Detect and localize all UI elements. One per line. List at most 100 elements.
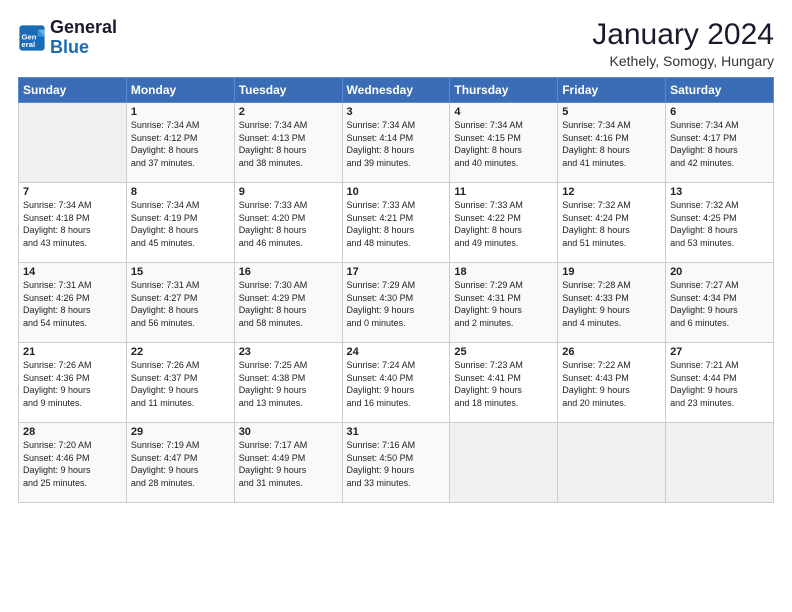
calendar-cell: 20Sunrise: 7:27 AM Sunset: 4:34 PM Dayli… [666, 263, 774, 343]
calendar-cell: 30Sunrise: 7:17 AM Sunset: 4:49 PM Dayli… [234, 423, 342, 503]
day-number: 4 [454, 106, 553, 118]
day-info: Sunrise: 7:33 AM Sunset: 4:20 PM Dayligh… [239, 199, 338, 249]
calendar-cell: 10Sunrise: 7:33 AM Sunset: 4:21 PM Dayli… [342, 183, 450, 263]
day-number: 14 [23, 266, 122, 278]
day-number: 25 [454, 346, 553, 358]
day-info: Sunrise: 7:20 AM Sunset: 4:46 PM Dayligh… [23, 439, 122, 489]
day-info: Sunrise: 7:23 AM Sunset: 4:41 PM Dayligh… [454, 359, 553, 409]
day-info: Sunrise: 7:34 AM Sunset: 4:18 PM Dayligh… [23, 199, 122, 249]
calendar-cell: 25Sunrise: 7:23 AM Sunset: 4:41 PM Dayli… [450, 343, 558, 423]
day-number: 21 [23, 346, 122, 358]
day-number: 19 [562, 266, 661, 278]
calendar-cell: 21Sunrise: 7:26 AM Sunset: 4:36 PM Dayli… [19, 343, 127, 423]
day-info: Sunrise: 7:29 AM Sunset: 4:30 PM Dayligh… [347, 279, 446, 329]
calendar-week-5: 28Sunrise: 7:20 AM Sunset: 4:46 PM Dayli… [19, 423, 774, 503]
day-number: 3 [347, 106, 446, 118]
day-info: Sunrise: 7:29 AM Sunset: 4:31 PM Dayligh… [454, 279, 553, 329]
calendar-cell: 9Sunrise: 7:33 AM Sunset: 4:20 PM Daylig… [234, 183, 342, 263]
day-number: 2 [239, 106, 338, 118]
calendar-cell [19, 103, 127, 183]
weekday-header-wednesday: Wednesday [342, 78, 450, 103]
day-info: Sunrise: 7:31 AM Sunset: 4:27 PM Dayligh… [131, 279, 230, 329]
day-info: Sunrise: 7:24 AM Sunset: 4:40 PM Dayligh… [347, 359, 446, 409]
weekday-header-tuesday: Tuesday [234, 78, 342, 103]
day-info: Sunrise: 7:34 AM Sunset: 4:16 PM Dayligh… [562, 119, 661, 169]
weekday-header-row: SundayMondayTuesdayWednesdayThursdayFrid… [19, 78, 774, 103]
day-number: 8 [131, 186, 230, 198]
calendar-cell: 2Sunrise: 7:34 AM Sunset: 4:13 PM Daylig… [234, 103, 342, 183]
day-number: 20 [670, 266, 769, 278]
day-number: 18 [454, 266, 553, 278]
title-block: January 2024 Kethely, Somogy, Hungary [592, 18, 774, 69]
logo-text: GeneralBlue [50, 18, 117, 58]
day-number: 23 [239, 346, 338, 358]
calendar-subtitle: Kethely, Somogy, Hungary [592, 53, 774, 69]
day-number: 15 [131, 266, 230, 278]
calendar-cell: 12Sunrise: 7:32 AM Sunset: 4:24 PM Dayli… [558, 183, 666, 263]
calendar-cell: 3Sunrise: 7:34 AM Sunset: 4:14 PM Daylig… [342, 103, 450, 183]
day-number: 13 [670, 186, 769, 198]
calendar-cell: 11Sunrise: 7:33 AM Sunset: 4:22 PM Dayli… [450, 183, 558, 263]
day-info: Sunrise: 7:30 AM Sunset: 4:29 PM Dayligh… [239, 279, 338, 329]
day-info: Sunrise: 7:21 AM Sunset: 4:44 PM Dayligh… [670, 359, 769, 409]
day-info: Sunrise: 7:27 AM Sunset: 4:34 PM Dayligh… [670, 279, 769, 329]
day-info: Sunrise: 7:32 AM Sunset: 4:24 PM Dayligh… [562, 199, 661, 249]
calendar-week-2: 7Sunrise: 7:34 AM Sunset: 4:18 PM Daylig… [19, 183, 774, 263]
day-number: 29 [131, 426, 230, 438]
day-number: 11 [454, 186, 553, 198]
logo-name: GeneralBlue [50, 18, 117, 58]
day-number: 17 [347, 266, 446, 278]
day-number: 22 [131, 346, 230, 358]
calendar-cell: 8Sunrise: 7:34 AM Sunset: 4:19 PM Daylig… [126, 183, 234, 263]
day-number: 1 [131, 106, 230, 118]
day-info: Sunrise: 7:34 AM Sunset: 4:17 PM Dayligh… [670, 119, 769, 169]
calendar-cell: 27Sunrise: 7:21 AM Sunset: 4:44 PM Dayli… [666, 343, 774, 423]
calendar-cell: 31Sunrise: 7:16 AM Sunset: 4:50 PM Dayli… [342, 423, 450, 503]
day-number: 28 [23, 426, 122, 438]
calendar-cell [666, 423, 774, 503]
day-number: 30 [239, 426, 338, 438]
calendar-cell: 6Sunrise: 7:34 AM Sunset: 4:17 PM Daylig… [666, 103, 774, 183]
calendar-cell: 15Sunrise: 7:31 AM Sunset: 4:27 PM Dayli… [126, 263, 234, 343]
day-info: Sunrise: 7:34 AM Sunset: 4:19 PM Dayligh… [131, 199, 230, 249]
day-number: 9 [239, 186, 338, 198]
calendar-cell: 29Sunrise: 7:19 AM Sunset: 4:47 PM Dayli… [126, 423, 234, 503]
calendar-cell [450, 423, 558, 503]
calendar-cell: 23Sunrise: 7:25 AM Sunset: 4:38 PM Dayli… [234, 343, 342, 423]
day-info: Sunrise: 7:26 AM Sunset: 4:36 PM Dayligh… [23, 359, 122, 409]
logo-icon: Gen eral [18, 24, 46, 52]
calendar-week-1: 1Sunrise: 7:34 AM Sunset: 4:12 PM Daylig… [19, 103, 774, 183]
day-info: Sunrise: 7:34 AM Sunset: 4:15 PM Dayligh… [454, 119, 553, 169]
day-info: Sunrise: 7:19 AM Sunset: 4:47 PM Dayligh… [131, 439, 230, 489]
day-number: 31 [347, 426, 446, 438]
day-info: Sunrise: 7:31 AM Sunset: 4:26 PM Dayligh… [23, 279, 122, 329]
header: Gen eral GeneralBlue January 2024 Kethel… [18, 18, 774, 69]
calendar-cell: 24Sunrise: 7:24 AM Sunset: 4:40 PM Dayli… [342, 343, 450, 423]
calendar-cell: 19Sunrise: 7:28 AM Sunset: 4:33 PM Dayli… [558, 263, 666, 343]
day-info: Sunrise: 7:28 AM Sunset: 4:33 PM Dayligh… [562, 279, 661, 329]
day-info: Sunrise: 7:34 AM Sunset: 4:12 PM Dayligh… [131, 119, 230, 169]
calendar-week-4: 21Sunrise: 7:26 AM Sunset: 4:36 PM Dayli… [19, 343, 774, 423]
day-info: Sunrise: 7:33 AM Sunset: 4:21 PM Dayligh… [347, 199, 446, 249]
weekday-header-saturday: Saturday [666, 78, 774, 103]
calendar-cell: 28Sunrise: 7:20 AM Sunset: 4:46 PM Dayli… [19, 423, 127, 503]
day-info: Sunrise: 7:26 AM Sunset: 4:37 PM Dayligh… [131, 359, 230, 409]
logo: Gen eral GeneralBlue [18, 18, 117, 58]
day-number: 16 [239, 266, 338, 278]
weekday-header-thursday: Thursday [450, 78, 558, 103]
day-info: Sunrise: 7:34 AM Sunset: 4:14 PM Dayligh… [347, 119, 446, 169]
calendar-cell: 14Sunrise: 7:31 AM Sunset: 4:26 PM Dayli… [19, 263, 127, 343]
weekday-header-friday: Friday [558, 78, 666, 103]
calendar-cell: 13Sunrise: 7:32 AM Sunset: 4:25 PM Dayli… [666, 183, 774, 263]
day-number: 5 [562, 106, 661, 118]
day-number: 24 [347, 346, 446, 358]
svg-text:eral: eral [22, 40, 36, 49]
calendar-cell [558, 423, 666, 503]
calendar-page: Gen eral GeneralBlue January 2024 Kethel… [0, 0, 792, 612]
calendar-cell: 1Sunrise: 7:34 AM Sunset: 4:12 PM Daylig… [126, 103, 234, 183]
day-info: Sunrise: 7:16 AM Sunset: 4:50 PM Dayligh… [347, 439, 446, 489]
calendar-cell: 18Sunrise: 7:29 AM Sunset: 4:31 PM Dayli… [450, 263, 558, 343]
calendar-cell: 22Sunrise: 7:26 AM Sunset: 4:37 PM Dayli… [126, 343, 234, 423]
day-number: 27 [670, 346, 769, 358]
weekday-header-monday: Monday [126, 78, 234, 103]
